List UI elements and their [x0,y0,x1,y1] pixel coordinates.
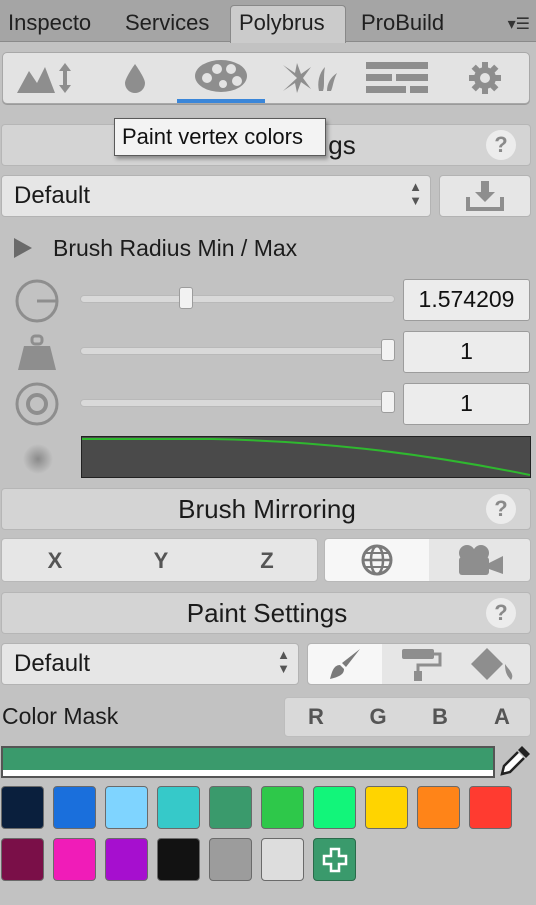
paint-preset-value: Default [14,650,91,677]
color-mask-label: Color Mask [2,703,119,729]
tool-paint-textures[interactable] [353,53,441,103]
world-space-button[interactable] [325,539,429,581]
palette-row [1,786,531,831]
color-mask-group: R G B A [284,697,531,737]
strength-field[interactable]: 1 [403,331,530,373]
palette-swatch[interactable] [157,786,200,829]
palette-swatch[interactable] [261,786,304,829]
dropdown-arrows-icon: ▲ ▼ [277,647,290,676]
help-icon[interactable]: ? [486,130,516,160]
falloff-field[interactable]: 1 [403,383,530,425]
mirror-z-toggle[interactable]: Z [214,539,320,583]
palette-icon [195,60,247,92]
mirror-x-toggle[interactable]: X [2,539,108,583]
radius-slider[interactable] [80,295,395,303]
help-icon[interactable]: ? [486,494,516,524]
alpha-bar [3,770,493,776]
palette-swatch[interactable] [313,786,356,829]
tooltip: Paint vertex colors [114,118,326,156]
falloff-icon [14,381,60,432]
paint-preset-dropdown[interactable]: Default ▲ ▼ [1,643,299,685]
tab-polybrush[interactable]: Polybrus [230,5,346,43]
dropdown-arrows-icon: ▲ ▼ [409,179,422,208]
palette-swatch[interactable] [53,838,96,881]
add-color-button[interactable] [313,838,356,881]
radius-field[interactable]: 1.574209 [403,279,530,321]
palette-swatch[interactable] [1,786,44,829]
palette-swatch[interactable] [417,786,460,829]
mirror-space-group [324,538,531,582]
soft-brush-icon [22,443,54,480]
tool-toolbar [2,52,530,104]
radius-icon [14,278,60,329]
window-tab-bar: Inspecto Services Polybrus ProBuild ▾☰ [0,0,536,43]
palette-swatch[interactable] [209,786,252,829]
help-icon[interactable]: ? [486,598,516,628]
paint-roller-icon [401,649,441,681]
smooth-drop-icon [125,64,145,93]
strength-slider[interactable] [80,347,395,355]
falloff-slider-thumb[interactable] [381,391,395,413]
brush-preset-value: Default [14,182,91,209]
sculpt-icon [17,63,71,93]
palette-swatch[interactable] [105,786,148,829]
palette-row [1,838,531,883]
mirror-y-toggle[interactable]: Y [108,539,214,583]
radius-slider-thumb[interactable] [179,287,194,309]
palette-swatch[interactable] [365,786,408,829]
tab-services[interactable]: Services [117,6,225,42]
current-color-field[interactable] [1,746,495,778]
globe-icon [361,544,393,576]
plus-icon [322,847,347,872]
download-icon [466,181,504,211]
tool-smooth[interactable] [91,53,179,103]
paint-settings-title: Paint Settings [186,598,348,628]
brush-radius-label: Brush Radius Min / Max [53,235,298,261]
brush-preset-dropdown[interactable]: Default ▲ ▼ [1,175,431,217]
mask-a-toggle[interactable]: A [471,698,533,736]
palette-swatch[interactable] [1,838,44,881]
brush-mirroring-header[interactable]: Brush Mirroring ? [1,488,531,530]
strength-slider-thumb[interactable] [381,339,395,361]
falloff-curve [82,438,531,476]
tool-settings[interactable] [441,53,529,103]
eyedropper-icon[interactable] [500,744,532,783]
paint-bucket-icon [471,648,513,680]
mask-b-toggle[interactable]: B [409,698,471,736]
paint-settings-header[interactable]: Paint Settings ? [1,592,531,634]
tool-sculpt[interactable] [3,53,91,103]
tab-inspector[interactable]: Inspecto [0,6,108,42]
flood-mode-button[interactable] [457,644,531,684]
palette-swatch[interactable] [469,786,512,829]
gear-icon [469,62,501,94]
palette-swatch[interactable] [157,838,200,881]
tool-paint-vertex-colors[interactable] [177,53,265,103]
texture-brick-icon [366,62,428,93]
mirror-axis-group: X Y Z [1,538,318,582]
scatter-prefabs-icon [283,63,337,93]
video-camera-icon [459,545,503,575]
palette-swatch[interactable] [261,838,304,881]
paintbrush-icon [330,649,360,679]
strength-weight-icon [16,334,58,379]
tab-menu-icon[interactable]: ▾☰ [508,14,530,34]
tool-scatter-prefabs[interactable] [265,53,353,103]
palette-swatch[interactable] [209,838,252,881]
brush-mode-button[interactable] [308,644,382,684]
falloff-curve-editor[interactable] [81,436,531,478]
paint-mode-group [307,643,531,685]
fill-mode-button[interactable] [382,644,457,684]
brush-mirroring-title: Brush Mirroring [178,494,356,524]
camera-space-button[interactable] [429,539,531,581]
palette-swatch[interactable] [53,786,96,829]
tab-probuilder[interactable]: ProBuild [353,6,457,42]
palette-swatch[interactable] [105,838,148,881]
current-color-swatch [3,748,493,770]
save-preset-button[interactable] [439,175,531,217]
mask-r-toggle[interactable]: R [285,698,347,736]
foldout-arrow-icon[interactable] [12,236,34,265]
falloff-slider[interactable] [80,399,395,407]
mask-g-toggle[interactable]: G [347,698,409,736]
